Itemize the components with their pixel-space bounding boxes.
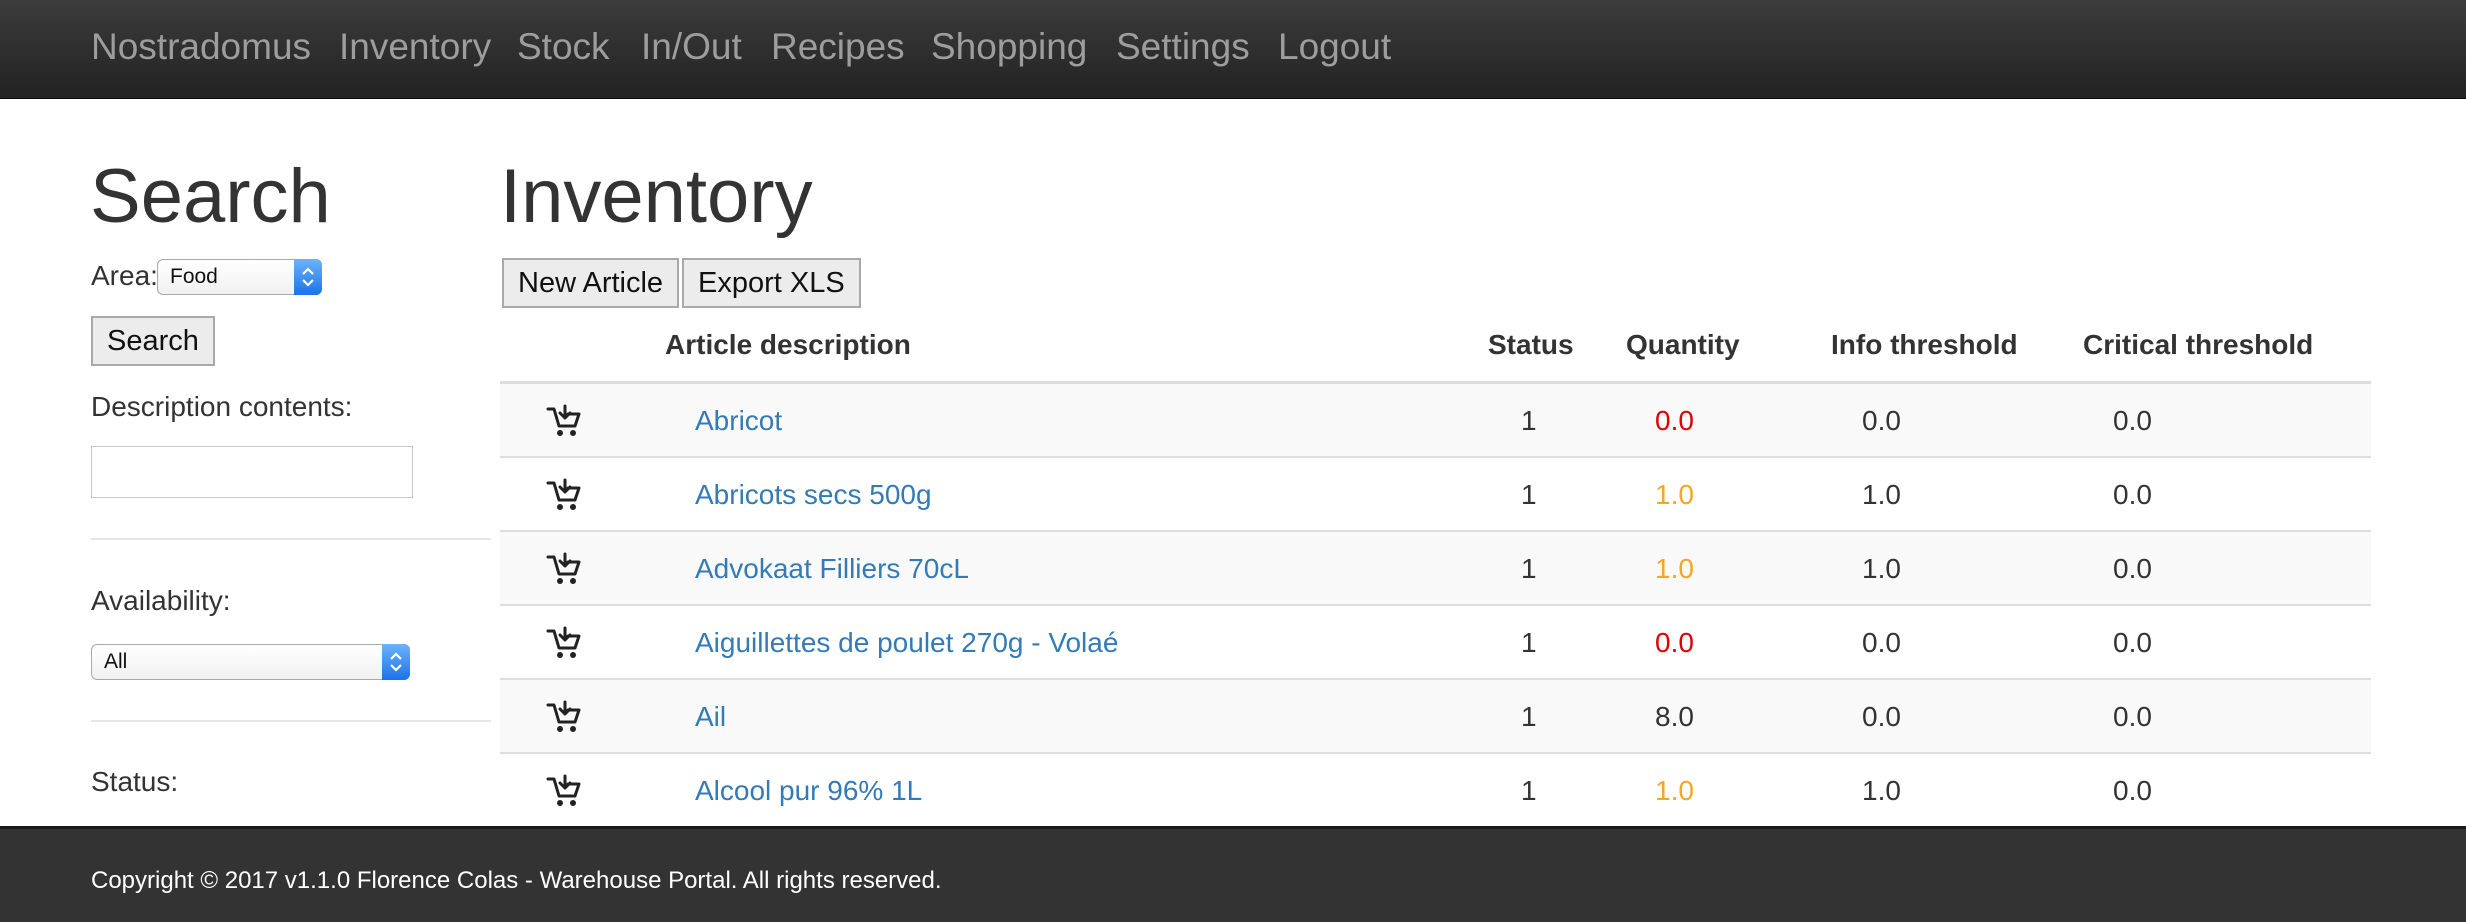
description-contents-input[interactable] [91,446,413,498]
availability-label: Availability: [91,585,231,616]
add-to-cart-icon[interactable] [546,626,582,660]
status-cell: 1 [1521,405,1537,436]
area-label: Area: [91,260,158,291]
add-to-cart-icon[interactable] [546,552,582,586]
nav-item-stock[interactable]: Stock [517,24,610,70]
footer-copyright: Copyright © 2017 v1.1.0 Florence Colas -… [91,867,942,894]
status-cell: 1 [1521,701,1537,732]
quantity-cell: 8.0 [1655,701,1694,732]
sidebar-title: Search [90,154,331,239]
availability-select-value: All [104,650,128,673]
table-row: Abricots secs 500g 1 1.0 1.0 0.0 [500,458,2371,532]
nav-item-inventory[interactable]: Inventory [339,24,491,70]
quantity-cell: 0.0 [1655,405,1694,436]
add-to-cart-icon[interactable] [546,478,582,512]
column-header-description[interactable]: Article description [665,328,911,362]
table-row: Aiguillettes de poulet 270g - Volaé 1 0.0 0… [500,606,2371,680]
nav-item-in-out[interactable]: In/Out [641,24,742,70]
nav-item-shopping[interactable]: Shopping [931,24,1087,70]
description-contents-label: Description contents: [91,391,353,422]
info-threshold-cell: 0.0 [1862,701,1901,732]
status-cell: 1 [1521,775,1537,806]
divider [91,720,491,722]
nav-item-settings[interactable]: Settings [1116,24,1250,70]
area-select[interactable]: Food [157,259,322,295]
page-title: Inventory [500,154,813,239]
status-cell: 1 [1521,627,1537,658]
info-threshold-cell: 1.0 [1862,479,1901,510]
column-header-info-threshold[interactable]: Info threshold [1831,328,2018,362]
availability-select[interactable]: All [91,644,410,680]
quantity-cell: 1.0 [1655,553,1694,584]
table-row: Alcool pur 96% 1L 1 1.0 1.0 0.0 [500,754,2371,828]
top-navbar: Nostradomus Inventory Stock In/Out Recip… [0,0,2466,99]
critical-threshold-cell: 0.0 [2113,405,2152,436]
table-row: Ail 1 8.0 0.0 0.0 [500,680,2371,754]
article-link[interactable]: Alcool pur 96% 1L [695,774,922,808]
article-link[interactable]: Abricot [695,404,782,438]
info-threshold-cell: 0.0 [1862,405,1901,436]
critical-threshold-cell: 0.0 [2113,775,2152,806]
status-cell: 1 [1521,553,1537,584]
info-threshold-cell: 0.0 [1862,627,1901,658]
article-link[interactable]: Advokaat Filliers 70cL [695,552,969,586]
quantity-cell: 1.0 [1655,479,1694,510]
export-xls-button[interactable]: Export XLS [682,258,861,308]
nav-item-recipes[interactable]: Recipes [771,24,905,70]
area-select-value: Food [170,265,218,288]
critical-threshold-cell: 0.0 [2113,553,2152,584]
status-label: Status: [91,766,179,797]
add-to-cart-icon[interactable] [546,774,582,808]
select-arrows-icon [294,259,322,295]
quantity-cell: 1.0 [1655,775,1694,806]
critical-threshold-cell: 0.0 [2113,627,2152,658]
article-link[interactable]: Ail [695,700,726,734]
footer: Copyright © 2017 v1.1.0 Florence Colas -… [0,826,2466,922]
column-header-quantity[interactable]: Quantity [1626,328,1740,362]
table-row: Advokaat Filliers 70cL 1 1.0 1.0 0.0 [500,532,2371,606]
status-cell: 1 [1521,479,1537,510]
nav-brand[interactable]: Nostradomus [91,24,311,70]
nav-item-logout[interactable]: Logout [1278,24,1391,70]
add-to-cart-icon[interactable] [546,700,582,734]
critical-threshold-cell: 0.0 [2113,701,2152,732]
critical-threshold-cell: 0.0 [2113,479,2152,510]
new-article-button[interactable]: New Article [502,258,680,308]
article-link[interactable]: Aiguillettes de poulet 270g - Volaé [695,626,1118,660]
search-button[interactable]: Search [91,316,215,366]
divider [91,538,491,540]
article-link[interactable]: Abricots secs 500g [695,478,932,512]
info-threshold-cell: 1.0 [1862,775,1901,806]
select-arrows-icon [382,644,410,680]
quantity-cell: 0.0 [1655,627,1694,658]
info-threshold-cell: 1.0 [1862,553,1901,584]
column-header-critical-threshold[interactable]: Critical threshold [2083,328,2313,362]
table-row: Abricot 1 0.0 0.0 0.0 [500,384,2371,458]
column-header-status[interactable]: Status [1488,328,1574,362]
add-to-cart-icon[interactable] [546,404,582,438]
